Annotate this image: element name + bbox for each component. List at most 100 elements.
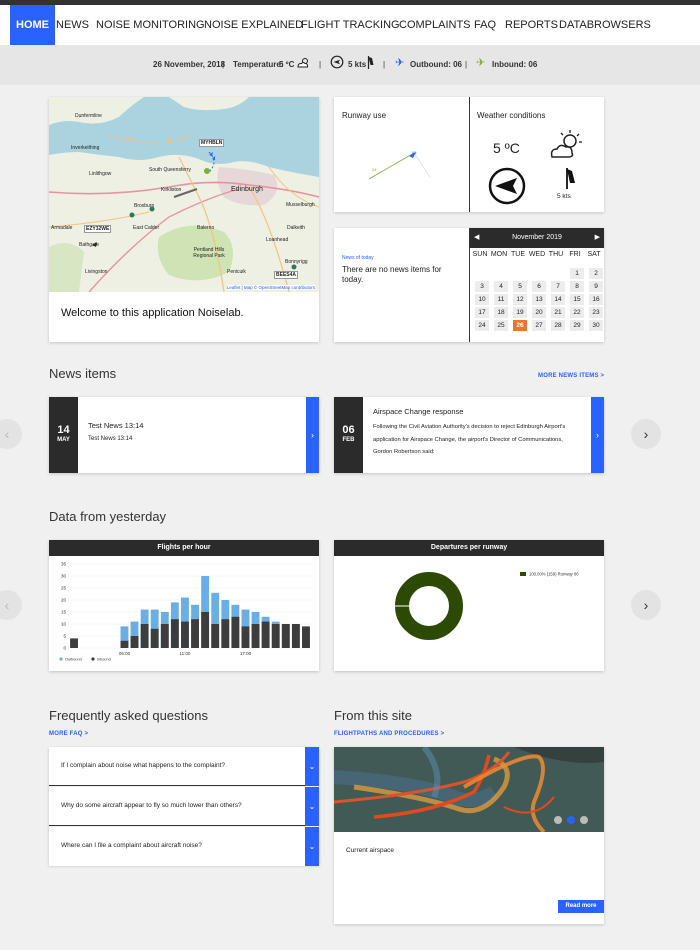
calendar-day[interactable]: 25 [494, 320, 508, 331]
flights-per-hour-chart[interactable]: 0 5 10 15 20 25 30 35 05:00 11:00 17:00 Outbound Inb… [49, 556, 319, 671]
bar-inbound[interactable] [181, 621, 189, 648]
calendar-day[interactable]: 3 [475, 281, 489, 292]
bar-inbound[interactable] [170, 619, 179, 648]
data-next-button[interactable]: › [631, 590, 661, 620]
nav-home[interactable]: HOME [10, 5, 55, 45]
bar-inbound[interactable] [302, 626, 310, 648]
departures-per-runway-chart[interactable]: 100.00% (159) Runway 06 [334, 556, 604, 671]
calendar-day[interactable]: 24 [475, 320, 489, 331]
nav-flight-tracking[interactable]: FLIGHT TRACKING [301, 5, 400, 45]
flight-tag[interactable]: EZY32WE [84, 225, 112, 233]
bar-inbound[interactable] [70, 638, 78, 648]
calendar-day[interactable]: 27 [532, 320, 546, 331]
calendar-day[interactable]: 17 [475, 307, 489, 318]
pie-slice[interactable] [395, 572, 463, 640]
calendar-day[interactable]: 15 [570, 294, 584, 305]
bar-inbound[interactable] [211, 624, 220, 648]
calendar-day[interactable]: 29 [570, 320, 584, 331]
read-more-button[interactable]: Read more [558, 900, 604, 913]
faq-item[interactable]: Why do some aircraft appear to fly so mu… [49, 787, 319, 826]
chevron-down-icon[interactable]: ⌄ [305, 787, 319, 826]
more-news-link[interactable]: MORE NEWS ITEMS > [538, 373, 604, 379]
nav-noise-monitoring[interactable]: NOISE MONITORING [96, 5, 205, 45]
faq-item[interactable]: If I complain about noise what happens t… [49, 747, 319, 786]
nav-faq[interactable]: FAQ [474, 5, 496, 45]
more-faq-link[interactable]: MORE FAQ > [49, 731, 88, 737]
calendar-day[interactable]: 9 [589, 281, 603, 292]
calendar-day[interactable]: 5 [513, 281, 527, 292]
news-prev-button[interactable]: ‹ [0, 419, 22, 449]
legend-label[interactable]: Inbound [97, 658, 111, 662]
chevron-down-icon[interactable]: ⌄ [305, 827, 319, 866]
divider [469, 97, 470, 212]
calendar-day[interactable]: 4 [494, 281, 508, 292]
calendar-day[interactable]: 12 [513, 294, 527, 305]
flight-tag[interactable]: BEES4A [274, 271, 299, 279]
nav-complaints[interactable]: COMPLAINTS [399, 5, 471, 45]
bar-inbound[interactable] [261, 621, 270, 648]
calendar-day[interactable]: 16 [589, 294, 603, 305]
bar-inbound[interactable] [281, 624, 290, 648]
map-attribution[interactable]: Leaflet | Map © OpenStreetMap contributo… [226, 285, 315, 290]
calendar-day[interactable]: 13 [532, 294, 546, 305]
flightpaths-link[interactable]: FLIGHTPATHS AND PROCEDURES > [334, 731, 444, 737]
news-open-button[interactable]: › [591, 397, 604, 473]
legend-label[interactable]: 100.00% (159) Runway 06 [529, 572, 579, 577]
faq-item[interactable]: Where can I file a complaint about aircr… [49, 827, 319, 866]
data-prev-button[interactable]: ‹ [0, 590, 22, 620]
bar-inbound[interactable] [291, 624, 300, 648]
legend-label[interactable]: Outbound [65, 658, 82, 662]
calendar-day[interactable]: 18 [494, 307, 508, 318]
bar-inbound[interactable] [160, 624, 169, 648]
bar-inbound[interactable] [130, 636, 139, 648]
calendar-day[interactable]: 30 [589, 320, 603, 331]
chevron-down-icon[interactable]: ⌄ [305, 747, 319, 786]
news-item-card[interactable]: 06 FEB Airspace Change response Followin… [334, 397, 604, 473]
calendar-day[interactable]: 19 [513, 307, 527, 318]
nav-reports[interactable]: REPORTS [505, 5, 558, 45]
bar-inbound[interactable] [221, 619, 230, 648]
slide-dot[interactable] [580, 816, 588, 824]
bar-inbound[interactable] [231, 616, 240, 648]
news-next-button[interactable]: › [631, 419, 661, 449]
calendar-day[interactable]: 11 [494, 294, 508, 305]
bar-inbound[interactable] [150, 628, 159, 648]
calendar-day[interactable]: 1 [570, 268, 584, 279]
faq-section-title: Frequently asked questions [49, 708, 208, 723]
calendar-next-button[interactable]: ▶ [595, 233, 600, 241]
runway-weather-card: Runway use 06 24 Weather conditions 5 ºC… [334, 97, 604, 212]
calendar-day[interactable]: 7 [551, 281, 565, 292]
windsock-icon [566, 168, 575, 189]
calendar-day[interactable]: 6 [532, 281, 546, 292]
bar-inbound[interactable] [251, 624, 260, 648]
airspace-image[interactable] [334, 747, 604, 832]
news-item-card[interactable]: 14 MAY Test News 13:14 Test News 13:14 › [49, 397, 319, 473]
bar-inbound[interactable] [241, 626, 250, 648]
bar-inbound[interactable] [191, 619, 199, 648]
status-temperature-value: 5 ºC [279, 60, 295, 69]
slide-dot[interactable] [554, 816, 562, 824]
calendar-day[interactable]: 20 [532, 307, 546, 318]
flight-tag[interactable]: MYHBLN [199, 139, 225, 147]
calendar-day[interactable]: 21 [551, 307, 565, 318]
calendar-weekday: SUN [472, 251, 488, 258]
calendar-day[interactable]: 8 [570, 281, 584, 292]
calendar-day[interactable]: 23 [589, 307, 603, 318]
calendar-day[interactable]: 28 [551, 320, 565, 331]
bar-inbound[interactable] [120, 640, 129, 648]
map-view[interactable]: Dunfermline Inverkeithing South Queensfe… [49, 97, 319, 292]
slide-dot[interactable] [567, 816, 575, 824]
calendar-day-selected[interactable]: 26 [513, 320, 527, 331]
bar-inbound[interactable] [201, 612, 210, 648]
bar-inbound[interactable] [271, 624, 280, 648]
bar-inbound[interactable] [140, 624, 149, 648]
calendar-day[interactable]: 22 [570, 307, 584, 318]
legend-marker [91, 657, 95, 661]
calendar-day[interactable]: 10 [475, 294, 489, 305]
news-open-button[interactable]: › [306, 397, 319, 473]
nav-news[interactable]: NEWS [56, 5, 89, 45]
calendar-day[interactable]: 2 [589, 268, 603, 279]
calendar-day[interactable]: 14 [551, 294, 565, 305]
nav-databrowsers[interactable]: DATABROWSERS [559, 5, 651, 45]
nav-noise-explained[interactable]: NOISE EXPLAINED [204, 5, 303, 45]
